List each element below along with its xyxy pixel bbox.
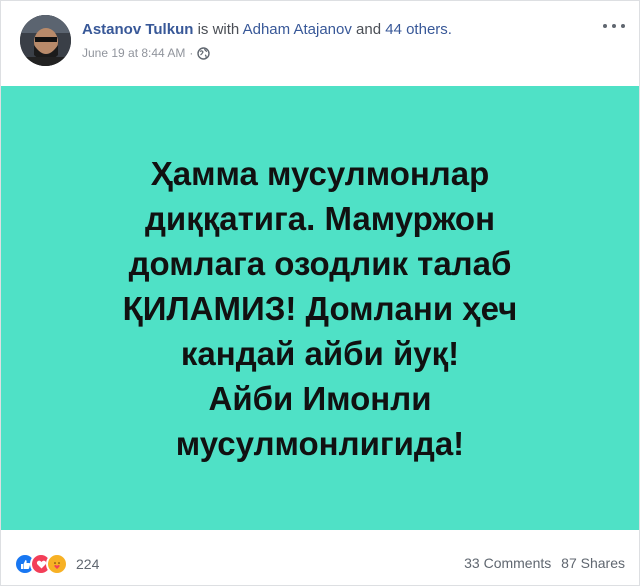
care-icon <box>46 553 68 575</box>
engagement-stats: 33 Comments 87 Shares <box>458 555 625 571</box>
more-options-icon[interactable] <box>603 21 625 31</box>
post-footer: 224 33 Comments 87 Shares <box>1 531 639 585</box>
message-line: Ҳамма мусулмонлар <box>150 154 490 192</box>
post-header: Astanov Tulkun is with Adham Atajanov an… <box>1 1 639 85</box>
reactions-summary[interactable]: 224 <box>14 553 99 575</box>
message-line: диққатига. Мамуржон <box>144 199 496 237</box>
timestamp-link[interactable]: June 19 at 8:44 AM <box>82 46 185 60</box>
and-text: and <box>356 21 382 38</box>
message-line: домлага озодлик талаб <box>128 244 512 282</box>
author-avatar[interactable] <box>20 15 71 66</box>
globe-icon[interactable] <box>197 46 211 60</box>
message-line: ҚИЛАМИЗ! Домлани ҳеч <box>122 289 518 327</box>
others-link[interactable]: 44 others. <box>385 21 452 38</box>
post-card: Astanov Tulkun is with Adham Atajanov an… <box>0 0 640 586</box>
message-line: Айби Имонли <box>208 379 432 417</box>
with-text: is with <box>197 21 240 38</box>
post-meta: June 19 at 8:44 AM · <box>82 46 211 60</box>
post-message: Ҳамма мусулмонлар диққатига. Мамуржон до… <box>60 151 580 466</box>
comments-link[interactable]: 33 Comments <box>464 555 551 571</box>
message-line: мусулмонлигида! <box>175 424 465 462</box>
author-name-link[interactable]: Astanov Tulkun <box>82 21 193 38</box>
message-line: кандай айби йуқ! <box>180 334 460 372</box>
meta-separator: · <box>189 46 194 60</box>
post-title-line: Astanov Tulkun is with Adham Atajanov an… <box>82 21 452 38</box>
shares-link[interactable]: 87 Shares <box>561 555 625 571</box>
text-post-panel: Ҳамма мусулмонлар диққатига. Мамуржон до… <box>1 86 639 530</box>
tagged-person-link[interactable]: Adham Atajanov <box>243 21 352 38</box>
reaction-count: 224 <box>76 556 100 572</box>
